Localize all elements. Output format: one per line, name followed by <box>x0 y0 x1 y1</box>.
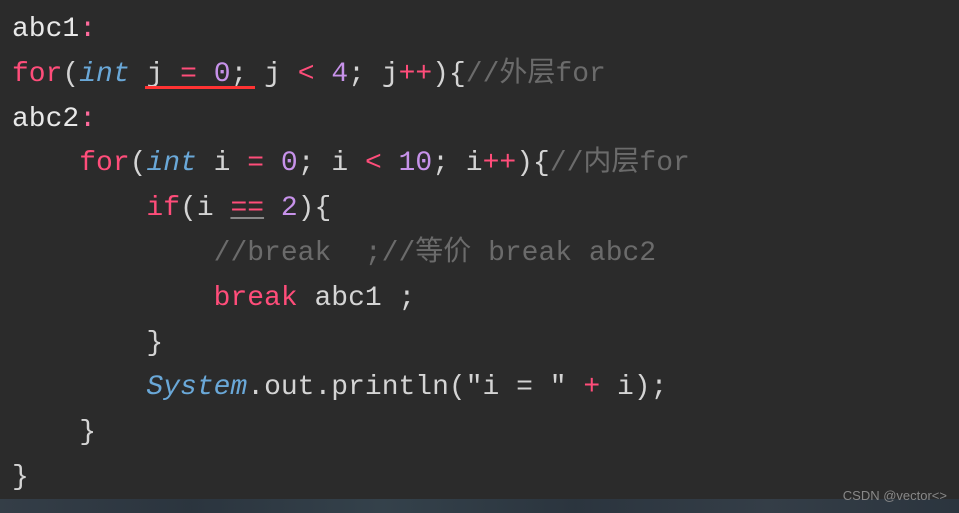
keyword-break: break <box>214 283 298 314</box>
code-line-4: for(int i = 0; i < 10; i++){//内层for <box>12 142 947 187</box>
class-system: System <box>146 372 247 403</box>
code-line-8: } <box>12 322 947 367</box>
var-i: i <box>617 372 634 403</box>
semicolon: ; <box>651 372 668 403</box>
operator-lt: < <box>298 59 315 90</box>
semicolon: ; <box>348 59 382 90</box>
method-println: println <box>331 372 449 403</box>
operator-eqeq: == <box>230 193 264 224</box>
comment-outer: //外层for <box>466 59 606 90</box>
code-line-10: } <box>12 411 947 456</box>
type-int: int <box>79 59 129 90</box>
paren-close: ) <box>298 193 315 224</box>
brace-open: { <box>449 59 466 90</box>
brace-open: { <box>533 148 550 179</box>
code-line-6: //break ;//等价 break abc2 <box>12 232 947 277</box>
operator-inc: ++ <box>399 59 433 90</box>
indent <box>12 328 146 359</box>
indent <box>12 148 79 179</box>
brace-open: { <box>314 193 331 224</box>
watermark: CSDN @vector<> <box>843 486 947 507</box>
code-block: abc1: for(int j = 0; j < 4; j++){//外层for… <box>12 8 947 501</box>
keyword-if: if <box>146 193 180 224</box>
brace-close: } <box>146 328 163 359</box>
var-i: i <box>197 193 231 224</box>
red-underline-annotation <box>145 86 255 89</box>
operator-plus: + <box>567 372 617 403</box>
var-i3: i <box>466 148 483 179</box>
label-abc1: abc1 <box>12 14 79 45</box>
paren-open: ( <box>62 59 79 90</box>
indent <box>12 372 146 403</box>
type-int: int <box>146 148 196 179</box>
colon: : <box>79 104 96 135</box>
label-abc2: abc2 <box>12 104 79 135</box>
code-line-2: for(int j = 0; j < 4; j++){//外层for <box>12 53 947 98</box>
var-i: i <box>197 148 247 179</box>
break-target: abc1 <box>298 283 399 314</box>
paren-open: ( <box>449 372 466 403</box>
brace-close: } <box>12 462 29 493</box>
bottom-wave-decoration <box>0 499 959 513</box>
var-j3: j <box>382 59 399 90</box>
indent <box>12 238 214 269</box>
brace-close: } <box>79 417 96 448</box>
dot: . <box>314 372 331 403</box>
code-line-7: break abc1 ; <box>12 277 947 322</box>
field-out: out <box>264 372 314 403</box>
code-line-9: System.out.println("i = " + i); <box>12 366 947 411</box>
number-10: 10 <box>382 148 432 179</box>
string-literal: "i = " <box>466 372 567 403</box>
semicolon: ; <box>298 148 332 179</box>
code-line-1: abc1: <box>12 8 947 53</box>
var-j2: j <box>264 59 298 90</box>
paren-open: ( <box>130 148 147 179</box>
keyword-for: for <box>12 59 62 90</box>
indent <box>12 193 146 224</box>
indent <box>12 417 79 448</box>
number-2: 2 <box>264 193 298 224</box>
semicolon: ; <box>398 283 415 314</box>
paren-close: ) <box>634 372 651 403</box>
comment-break-equiv: //break ;//等价 break abc2 <box>214 238 656 269</box>
code-line-11: } <box>12 456 947 501</box>
number-0: 0 <box>264 148 298 179</box>
paren-close: ) <box>432 59 449 90</box>
semicolon: ; <box>432 148 466 179</box>
number-4: 4 <box>315 59 349 90</box>
var-i2: i <box>331 148 365 179</box>
keyword-for: for <box>79 148 129 179</box>
operator-eq: = <box>247 148 264 179</box>
operator-lt: < <box>365 148 382 179</box>
operator-inc: ++ <box>483 148 517 179</box>
comment-inner: //内层for <box>550 148 690 179</box>
colon: : <box>79 14 96 45</box>
indent <box>12 283 214 314</box>
dot: . <box>247 372 264 403</box>
code-line-3: abc2: <box>12 98 947 143</box>
paren-close: ) <box>516 148 533 179</box>
paren-open: ( <box>180 193 197 224</box>
code-line-5: if(i == 2){ <box>12 187 947 232</box>
